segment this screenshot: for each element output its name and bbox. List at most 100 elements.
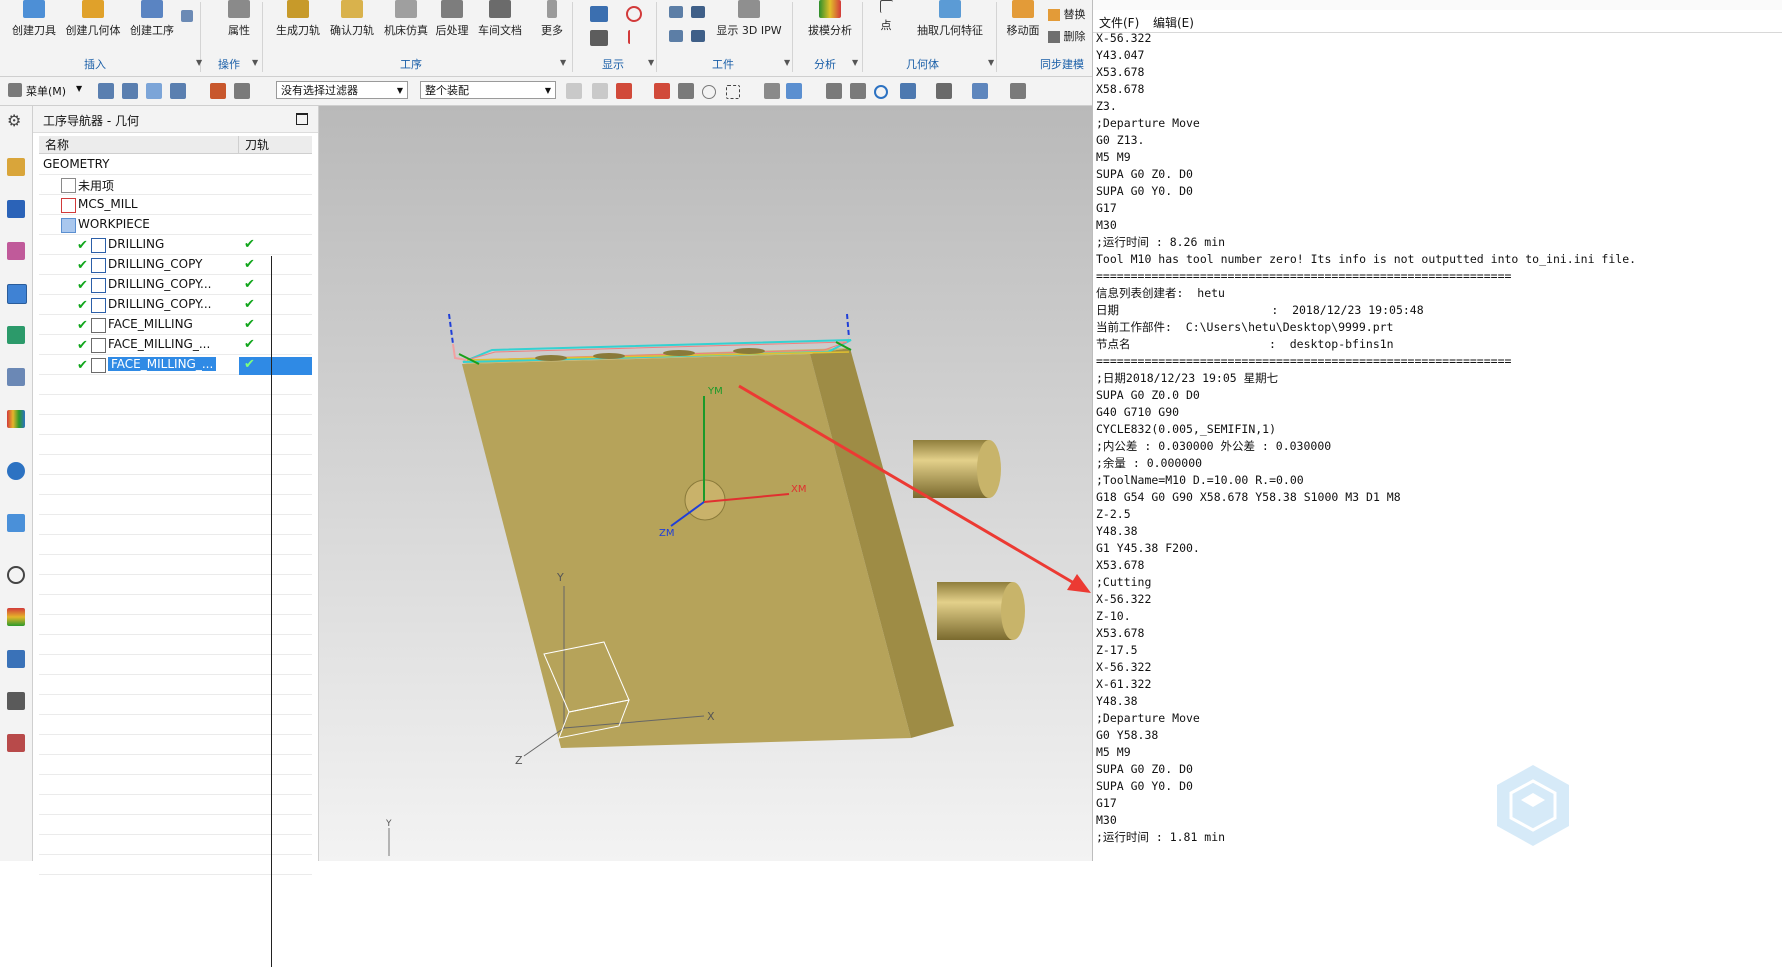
menu-edit[interactable]: 编辑(E) <box>1153 14 1194 31</box>
create-operation-button[interactable]: 创建工序 <box>128 0 176 38</box>
view-1-icon[interactable] <box>98 83 114 99</box>
draft-analysis-button[interactable]: 拔模分析 <box>806 0 854 38</box>
machine-simulation-button[interactable]: 机床仿真 <box>382 0 430 38</box>
system-scenes-icon[interactable] <box>7 734 25 752</box>
tree-row[interactable]: MCS_MILL <box>39 195 312 215</box>
create-geometry-button[interactable]: 创建几何体 <box>64 0 122 38</box>
toolpath-status-cell <box>239 157 312 175</box>
snap-5-icon[interactable] <box>678 83 694 99</box>
roles-icon[interactable] <box>7 692 25 710</box>
box-2-icon[interactable] <box>786 83 802 99</box>
reuse-library-icon[interactable] <box>7 368 25 386</box>
fit-icon[interactable] <box>826 83 842 99</box>
group-insert-expand-icon[interactable]: ▼ <box>196 58 202 67</box>
wcs-x-label: X <box>707 710 715 723</box>
tree-row-label: FACE_MILLING_... <box>108 337 211 351</box>
postprocess-button[interactable]: 后处理 <box>434 0 470 38</box>
display-point-button[interactable] <box>624 6 644 22</box>
view-4-icon[interactable] <box>170 83 186 99</box>
delete-button[interactable]: 删除 <box>1048 28 1088 44</box>
zoom-icon[interactable] <box>850 83 866 99</box>
toolpath-view-icon[interactable] <box>210 83 226 99</box>
group-operation-expand-icon[interactable]: ▼ <box>252 58 258 67</box>
extract-geometry-button[interactable]: 抽取几何特征 <box>914 0 986 38</box>
verify-toolpath-icon <box>341 0 363 18</box>
show-3d-ipw-button[interactable]: 显示 3D IPW <box>714 0 784 38</box>
tree-row[interactable]: 未用项 <box>39 175 312 195</box>
machine-tool-navigator-icon[interactable] <box>7 326 25 344</box>
insert-small-button[interactable] <box>180 10 194 22</box>
assembly-navigator-icon[interactable] <box>7 158 25 176</box>
group-analysis-expand-icon[interactable]: ▼ <box>852 58 858 67</box>
edge-style-icon[interactable] <box>972 83 988 99</box>
properties-button[interactable]: 属性 <box>222 0 256 38</box>
process-studio-icon[interactable] <box>7 650 25 668</box>
snap-2-icon[interactable] <box>592 83 608 99</box>
tree-row[interactable]: ✔ DRILLING ✔ <box>39 235 312 255</box>
info-window-titlebar <box>1093 0 1782 10</box>
info-line: G0 Y58.38 <box>1096 728 1159 742</box>
rotate-icon[interactable] <box>874 85 888 99</box>
workpiece-btn-3[interactable] <box>690 6 706 18</box>
toolpath-status-cell: ✔ <box>239 337 312 355</box>
group-geometry: 几何体 <box>906 58 939 71</box>
info-line: Y43.047 <box>1096 48 1145 62</box>
replace-button[interactable]: 替换 <box>1048 6 1088 22</box>
operation-navigator-icon[interactable] <box>7 284 27 304</box>
info-icon[interactable] <box>7 462 25 480</box>
part-navigator-icon[interactable] <box>7 242 25 260</box>
maximize-icon[interactable] <box>296 113 308 125</box>
hd3d-tools-icon[interactable] <box>7 410 25 428</box>
generate-toolpath-button[interactable]: 生成刀轨 <box>274 0 322 38</box>
view-2-icon[interactable] <box>122 83 138 99</box>
web-browser-icon[interactable] <box>7 514 25 532</box>
workpiece-btn-1[interactable] <box>668 6 684 18</box>
menu-file[interactable]: 文件(F) <box>1099 14 1139 31</box>
constraint-navigator-icon[interactable] <box>7 200 25 218</box>
create-tool-button[interactable]: 创建刀具 <box>10 0 58 38</box>
move-face-button[interactable]: 移动面 <box>1004 0 1042 38</box>
workpiece-btn-4[interactable] <box>690 30 706 42</box>
group-geometry-expand-icon[interactable]: ▼ <box>988 58 994 67</box>
create-operation-icon <box>141 0 163 18</box>
history-clock-icon[interactable] <box>7 566 25 584</box>
settings-gear-icon[interactable]: ⚙ <box>7 112 25 130</box>
menu-button[interactable]: 菜单(M) <box>26 83 66 99</box>
move-face-icon <box>1012 0 1034 18</box>
snap-1-icon[interactable] <box>566 83 582 99</box>
circle-snap-icon[interactable] <box>702 85 716 99</box>
orient-icon[interactable] <box>900 83 916 99</box>
graphics-window[interactable]: YM XM ZM Y X Z Y <box>319 106 1092 861</box>
menu-dropdown-icon[interactable]: ▼ <box>76 84 82 93</box>
tree-row[interactable]: GEOMETRY <box>39 155 312 175</box>
snap-4-icon[interactable] <box>654 83 670 99</box>
verify-toolpath-button[interactable]: 确认刀轨 <box>328 0 376 38</box>
more-button[interactable]: 更多 <box>538 0 566 38</box>
assembly-scope-select[interactable]: 整个装配 ▼ <box>420 81 556 99</box>
group-process-expand-icon[interactable]: ▼ <box>560 58 566 67</box>
workpiece-btn-2[interactable] <box>668 30 684 42</box>
system-materials-icon[interactable] <box>7 608 25 626</box>
info-text-area[interactable]: X-56.322 Y43.047 X53.678 X58.678 Z3. ;Departu… <box>1096 30 1636 846</box>
selection-filter-select[interactable]: 没有选择过滤器 ▼ <box>276 81 408 99</box>
point-icon <box>879 0 893 13</box>
postprocess-label: 后处理 <box>435 24 469 37</box>
display-toggle-2[interactable] <box>584 30 614 46</box>
box-1-icon[interactable] <box>764 83 780 99</box>
column-header-toolpath[interactable]: 刀轨 <box>239 136 312 154</box>
display-toggle-1[interactable] <box>584 6 614 22</box>
point-button[interactable]: 点 <box>874 0 898 33</box>
layer-icon[interactable] <box>1010 83 1026 99</box>
filter-icon[interactable] <box>234 83 250 99</box>
shop-documentation-button[interactable]: 车间文档 <box>476 0 524 38</box>
render-style-icon[interactable] <box>936 83 952 99</box>
snap-3-icon[interactable] <box>616 83 632 99</box>
column-header-name[interactable]: 名称 <box>39 136 239 154</box>
view-3-icon[interactable] <box>146 83 162 99</box>
tree-row[interactable]: WORKPIECE <box>39 215 312 235</box>
rectangle-select-icon[interactable] <box>726 85 740 99</box>
display-curve-button[interactable] <box>624 30 644 44</box>
group-workpiece-expand-icon[interactable]: ▼ <box>784 58 790 67</box>
group-display-expand-icon[interactable]: ▼ <box>648 58 654 67</box>
toolpath-status-cell <box>239 217 312 235</box>
